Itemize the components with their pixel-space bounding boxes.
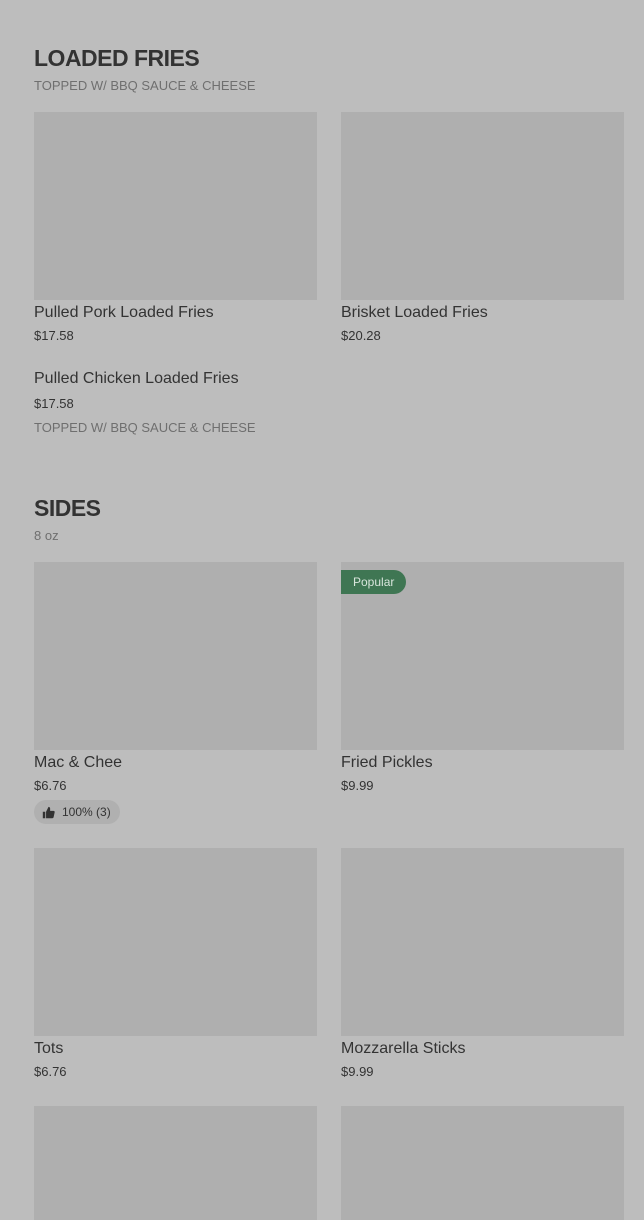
rating-pill: 100% (3): [34, 800, 120, 824]
menu-item-name: Tots: [34, 1040, 64, 1057]
section-title-loaded-fries: LOADED FRIES: [34, 45, 200, 71]
menu-item-image[interactable]: [34, 848, 317, 1036]
menu-item-description: TOPPED W/ BBQ SAUCE & CHEESE: [34, 420, 256, 435]
menu-item-image[interactable]: [341, 848, 624, 1036]
menu-item-card[interactable]: Mozzarella Sticks $9.99: [341, 848, 624, 1079]
menu-item-card[interactable]: Mac & Chee $6.76 100% (3): [34, 562, 317, 824]
menu-item-image[interactable]: [34, 562, 317, 750]
menu-item-name: Fried Pickles: [341, 754, 433, 771]
menu-item-price: $6.76: [34, 778, 67, 793]
menu-item-price: $20.28: [341, 328, 381, 343]
menu-item-name: Pulled Chicken Loaded Fries: [34, 370, 239, 387]
menu-item-price: $17.58: [34, 328, 74, 343]
menu-item-card[interactable]: Pulled Pork Loaded Fries $17.58: [34, 112, 317, 343]
thumbs-up-icon: [42, 806, 55, 818]
menu-item-image[interactable]: [341, 1106, 624, 1220]
rating-text: 100% (3): [62, 805, 111, 819]
menu-item-price: $9.99: [341, 1064, 374, 1079]
menu-item-name: Mozzarella Sticks: [341, 1040, 466, 1057]
popular-badge: Popular: [341, 570, 407, 594]
menu-item-name: Mac & Chee: [34, 754, 123, 771]
menu-item-price: $6.76: [34, 1064, 67, 1079]
menu-item-card[interactable]: Tots $6.76: [34, 848, 317, 1079]
menu-item-card[interactable]: [34, 1106, 317, 1220]
menu-item-card[interactable]: Brisket Loaded Fries $20.28: [341, 112, 624, 343]
menu-item-price: $9.99: [341, 778, 374, 793]
menu-item-image[interactable]: [34, 112, 317, 300]
section-subtitle-loaded-fries: TOPPED W/ BBQ SAUCE & CHEESE: [34, 78, 256, 93]
menu-item-name: Brisket Loaded Fries: [341, 304, 488, 321]
menu-item-image[interactable]: [341, 112, 624, 300]
menu-item-image[interactable]: Popular: [341, 562, 624, 750]
section-title-sides: SIDES: [34, 495, 101, 521]
menu-item-price: $17.58: [34, 396, 74, 411]
menu-item-card[interactable]: Popular Fried Pickles $9.99: [341, 562, 624, 793]
menu-item-image[interactable]: [34, 1106, 317, 1220]
menu-item-card[interactable]: [341, 1106, 624, 1220]
section-subtitle-sides: 8 oz: [34, 528, 59, 543]
menu-item-name: Pulled Pork Loaded Fries: [34, 304, 214, 321]
